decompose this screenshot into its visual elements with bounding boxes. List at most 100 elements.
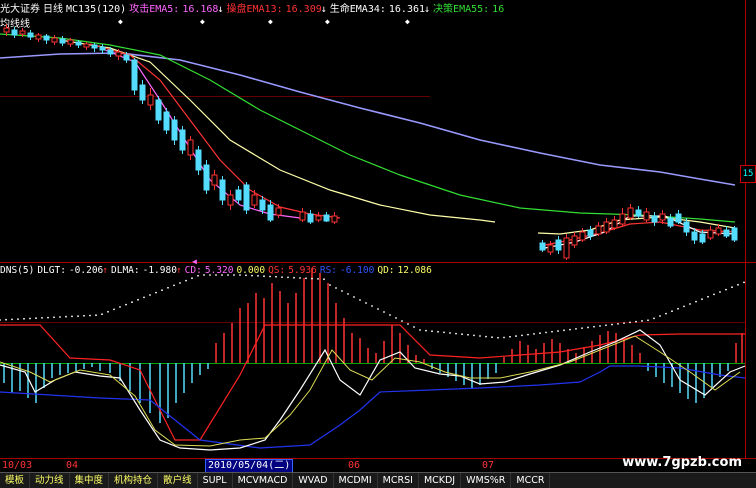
dlma-label: DLMA: <box>111 265 140 276</box>
dlgt-arrow: ↑ <box>102 265 108 276</box>
indicator-tab[interactable]: SUPL <box>198 473 233 488</box>
indicator-tab[interactable]: 动力线 <box>30 473 70 488</box>
indicator-tab[interactable]: 机构持仓 <box>109 473 159 488</box>
dot-point <box>449 332 451 334</box>
dot-point <box>89 314 91 317</box>
cd-value: 5.320 <box>204 265 234 276</box>
candle-body <box>643 211 650 221</box>
dot-point <box>359 299 361 301</box>
candle-body <box>603 221 610 233</box>
dot-point <box>413 326 415 328</box>
rs-label: RS: <box>319 265 338 276</box>
indicator-tab[interactable]: MCRSI <box>378 473 419 488</box>
qs-value: 5.936 <box>288 265 317 276</box>
ema55-line <box>0 33 736 223</box>
dot-point <box>743 281 745 284</box>
axis-month-3: 06 <box>348 460 361 471</box>
svg-text:◆: ◆ <box>405 17 410 26</box>
dot-point <box>323 278 325 281</box>
candle-body <box>299 211 306 221</box>
candle-body <box>571 235 578 246</box>
dot-point <box>329 284 331 286</box>
dot-point <box>167 286 169 289</box>
dot-point <box>719 291 721 293</box>
indicator-tab[interactable]: MCDMI <box>334 473 378 488</box>
dot-point <box>59 316 61 318</box>
dot-point <box>707 295 709 298</box>
dot-point <box>77 315 79 317</box>
dot-point <box>341 290 343 292</box>
dot-point <box>437 330 439 333</box>
dot-point <box>533 333 535 335</box>
dot-point <box>155 291 157 294</box>
dot-point <box>701 298 703 301</box>
dot-point <box>695 300 697 303</box>
dot-point <box>293 276 295 279</box>
candle-body <box>331 215 338 223</box>
axis-month-4: 07 <box>482 460 495 471</box>
dot-point <box>125 303 127 306</box>
dot-point <box>425 329 427 332</box>
dot-point <box>389 314 391 316</box>
candle-body <box>563 237 570 259</box>
candle-body <box>683 221 690 233</box>
indicator-tab[interactable]: MCCR <box>511 473 551 488</box>
indicator-tab[interactable]: WVAD <box>293 473 334 488</box>
dot-point <box>161 289 163 292</box>
dot-point <box>629 321 631 324</box>
candle-body <box>323 214 330 222</box>
indicator-tab[interactable]: MCKDJ <box>419 473 462 488</box>
dot-point <box>173 284 175 287</box>
candle-body <box>163 111 170 131</box>
dot-point <box>671 310 673 313</box>
dot-point <box>455 332 457 335</box>
indicator-tab[interactable]: 集中度 <box>70 473 110 488</box>
candle-body <box>555 239 562 251</box>
dot-point <box>383 311 385 313</box>
dot-point <box>503 336 505 339</box>
dot-point <box>461 333 463 336</box>
candle-body <box>139 84 146 101</box>
indicator-tab[interactable]: WMS%R <box>461 473 512 488</box>
candle-body <box>11 29 18 36</box>
dot-point <box>41 317 43 319</box>
price-tag: 15 <box>740 165 756 183</box>
qd-value: 12.086 <box>397 265 432 276</box>
candle-body <box>107 49 114 55</box>
candle-body <box>91 44 98 49</box>
dot-point <box>431 330 433 333</box>
candle-body <box>115 51 122 57</box>
dot-point <box>191 277 193 280</box>
dot-point <box>731 286 733 289</box>
dlma-value: -1.980 <box>142 265 177 276</box>
dot-point <box>149 294 151 296</box>
candle-body <box>259 199 266 211</box>
dot-point <box>401 320 403 322</box>
candle-body <box>19 30 26 35</box>
dot-point <box>83 314 85 317</box>
dot-point <box>395 317 397 319</box>
candle-body <box>699 233 706 243</box>
dot-point <box>665 312 667 315</box>
dot-point <box>5 318 7 321</box>
dot-point <box>179 282 181 284</box>
candle-body <box>227 194 234 206</box>
chart-canvas[interactable]: ◆ ◆ ◆ ◆ ◆ ◀ <box>0 0 756 487</box>
zero-value: 0.000 <box>236 265 266 276</box>
dot-point <box>377 308 379 310</box>
dot-point <box>473 334 475 337</box>
dot-point <box>527 333 529 336</box>
dot-point <box>143 296 145 299</box>
rs-line <box>0 365 746 449</box>
dot-point <box>563 329 565 332</box>
indicator-tab[interactable]: MCVMACD <box>233 473 294 488</box>
dlgt-value: -0.206 <box>68 265 104 276</box>
candle-body <box>203 164 210 191</box>
dot-point <box>587 326 589 329</box>
cd-label: CD: <box>184 265 202 276</box>
indicator-tab[interactable]: 模板 <box>0 473 31 488</box>
candle-body <box>243 184 250 211</box>
candle-body <box>707 229 714 239</box>
svg-text:◆: ◆ <box>118 17 123 26</box>
indicator-tab[interactable]: 散户线 <box>158 473 198 488</box>
